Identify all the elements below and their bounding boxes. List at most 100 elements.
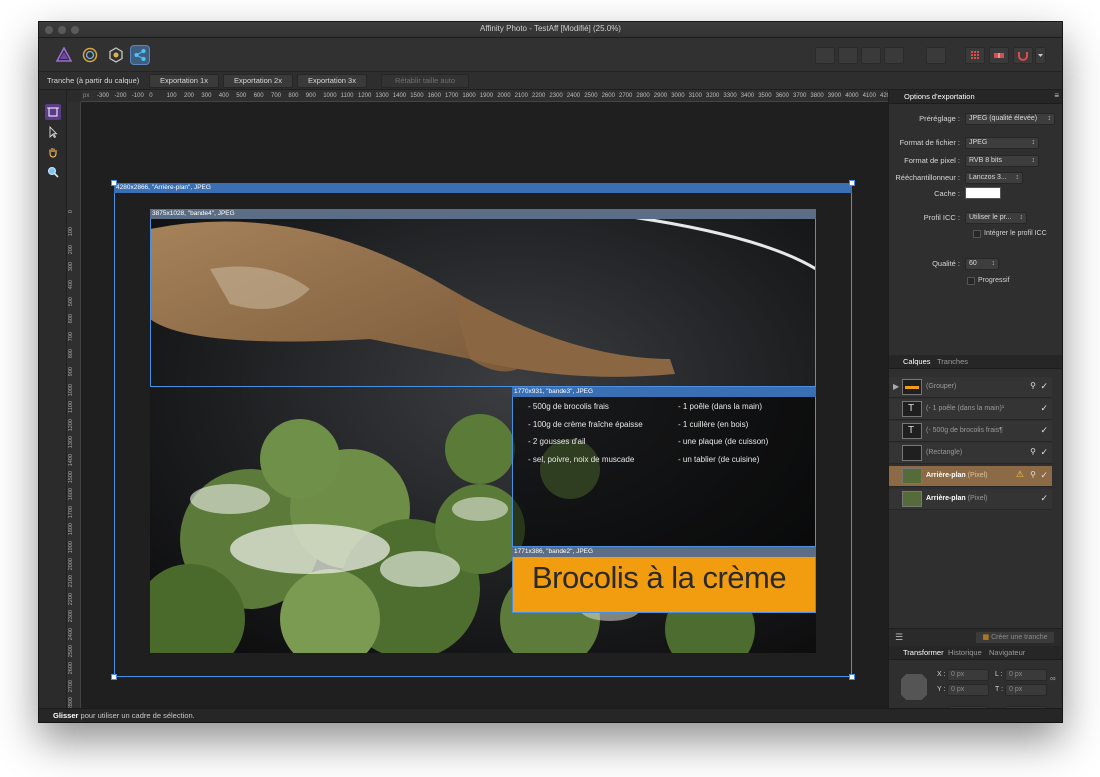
slice-handle-tr[interactable] (849, 180, 855, 186)
develop-persona-icon (109, 47, 123, 63)
layers-stack-icon[interactable]: ☰ (895, 632, 903, 643)
visibility-check-icon[interactable]: ✓ (1040, 425, 1048, 436)
tab-navigator[interactable]: Navigateur (989, 648, 1025, 657)
tab-slices[interactable]: Tranches (937, 357, 968, 366)
hand-tool[interactable] (45, 144, 61, 160)
ruler-tick-label: 2500 (584, 93, 598, 99)
arrange-forward-button[interactable] (861, 47, 881, 64)
window-title: Affinity Photo - TestAff [Modifié] (25.0… (480, 24, 621, 33)
reset-auto-size-button[interactable]: Rétablir taille auto (381, 74, 469, 88)
y-input[interactable]: 0 px (947, 684, 989, 696)
slice-selection-tool[interactable] (45, 124, 61, 140)
pixel-format-select[interactable]: RVB 8 bits (965, 155, 1039, 167)
ruler-tick-label: 3900 (827, 93, 842, 99)
layer-row[interactable]: T (- 1 poêle (dans la main)¹ ✓ (889, 399, 1052, 420)
layer-row[interactable]: ▶ (Grouper) ⚲ ✓ (889, 377, 1052, 398)
liquify-persona-button[interactable] (80, 45, 100, 65)
grid-toggle-button[interactable] (965, 47, 985, 64)
ruler-tick-label: 2600 (68, 662, 74, 675)
file-format-select[interactable]: JPEG (965, 137, 1039, 149)
arrange-backward-button[interactable] (838, 47, 858, 64)
slice-bande4[interactable] (150, 209, 816, 387)
slice-bande3[interactable] (512, 387, 816, 547)
ruler-tick-label: 500 (236, 93, 247, 99)
ingredient-item: - sel, poivre, noix de muscade (528, 455, 635, 464)
ruler-tick-label: 2000 (497, 93, 511, 99)
status-hint-text: pour utiliser un cadre de sélection. (78, 711, 195, 720)
snapping-button[interactable] (1013, 47, 1033, 64)
export-share-icon[interactable]: ⚲ (1030, 447, 1036, 456)
matte-color-swatch[interactable] (965, 187, 1001, 199)
layer-name: (Rectangle) (926, 449, 962, 456)
layers-footer: ☰ ▦ Créer une tranche (889, 628, 1062, 646)
develop-persona-button[interactable] (106, 45, 126, 65)
visibility-check-icon[interactable]: ✓ (1040, 470, 1048, 481)
pixel-format-label: Format de pixel : (904, 156, 960, 165)
ruler-tick-label: 1600 (68, 488, 74, 501)
height-input[interactable]: 0 px (1005, 684, 1047, 696)
embed-icc-checkbox[interactable] (973, 230, 981, 238)
export-2x-button[interactable]: Exportation 2x (223, 74, 293, 88)
quality-select[interactable]: 60 (965, 258, 999, 270)
visibility-check-icon[interactable]: ✓ (1040, 381, 1048, 392)
export-persona-button[interactable] (130, 45, 150, 65)
arrange-front-button[interactable] (884, 47, 904, 64)
align-button[interactable] (926, 47, 946, 64)
pixel-snap-icon (994, 53, 1004, 58)
ruler-tick-label: 2700 (619, 93, 633, 99)
slice-handle-tl[interactable] (111, 180, 117, 186)
layer-row[interactable]: Arrière-plan (Pixel) ✓ (889, 489, 1052, 510)
export-share-icon[interactable]: ⚲ (1030, 381, 1036, 390)
slice-tool[interactable] (45, 104, 61, 120)
link-icon[interactable]: ∞ (1050, 674, 1056, 683)
equipment-item: - 1 poêle (dans la main) (678, 402, 763, 411)
expand-arrow-icon[interactable]: ▶ (893, 382, 899, 391)
export-1x-button[interactable]: Exportation 1x (149, 74, 219, 88)
ruler-tick-label: 800 (68, 349, 74, 359)
icc-profile-select[interactable]: Utiliser le pr... (965, 212, 1027, 224)
panel-menu-icon[interactable]: ≡ (1054, 91, 1059, 100)
ruler-tick-label: 900 (305, 93, 316, 99)
photo-persona-button[interactable] (54, 45, 74, 65)
layer-row[interactable]: T (- 500g de brocolis frais¶ ✓ (889, 421, 1052, 442)
ruler-tick-label: 4100 (862, 93, 876, 99)
resampler-select[interactable]: Lanczos 3... (965, 172, 1023, 184)
ruler-tick-label: 1900 (68, 540, 74, 553)
preset-select[interactable]: JPEG (qualité élevée) (965, 113, 1055, 125)
visibility-check-icon[interactable]: ✓ (1040, 447, 1048, 458)
zoom-tool[interactable] (45, 164, 61, 180)
tab-transform[interactable]: Transformer (903, 648, 944, 657)
tab-history[interactable]: Historique (948, 648, 982, 657)
slice-handle-br[interactable] (849, 674, 855, 680)
snap-to-pixel-button[interactable] (989, 47, 1009, 64)
ruler-tick-label: 1200 (358, 93, 372, 99)
export-share-icon[interactable]: ⚲ (1030, 470, 1036, 479)
create-slice-label: Créer une tranche (991, 634, 1048, 641)
equipment-item: - 1 cuillère (en bois) (678, 420, 749, 429)
arrange-back-button[interactable] (815, 47, 835, 64)
tab-export-options[interactable]: Options d'exportation (904, 92, 975, 101)
document-canvas[interactable]: 4280x2866, "Arrière-plan", JPEG 3875x102… (81, 102, 888, 708)
slice-handle-bl[interactable] (111, 674, 117, 680)
export-3x-button[interactable]: Exportation 3x (297, 74, 367, 88)
ingredient-item: - 500g de brocolis frais (528, 402, 609, 411)
visibility-check-icon[interactable]: ✓ (1040, 493, 1048, 504)
layer-name-bold: Arrière-plan (926, 472, 966, 479)
ingredient-item: - 2 gousses d'ail (528, 437, 586, 446)
ruler-tick-label: 2300 (68, 610, 74, 623)
layer-row[interactable]: (Rectangle) ⚲ ✓ (889, 443, 1052, 464)
visibility-check-icon[interactable]: ✓ (1040, 403, 1048, 414)
progressive-checkbox[interactable] (967, 277, 975, 285)
slice-bande2-label: 1771x386, "bande2", JPEG (512, 547, 816, 557)
layer-row-selected[interactable]: Arrière-plan (Pixel) ⚠ ⚲ ✓ (889, 466, 1052, 487)
x-input[interactable]: 0 px (947, 669, 989, 681)
ruler-tick-label: 1400 (68, 453, 74, 466)
snapping-options-dropdown[interactable] (1035, 47, 1046, 64)
ruler-tick-label: 1700 (445, 93, 459, 99)
create-slice-button[interactable]: ▦ Créer une tranche (975, 631, 1055, 644)
width-input[interactable]: 0 px (1005, 669, 1047, 681)
chevron-down-icon (1038, 54, 1043, 57)
tools-panel (39, 90, 67, 708)
anchor-point-selector[interactable] (901, 674, 927, 700)
tab-layers[interactable]: Calques (903, 357, 931, 366)
